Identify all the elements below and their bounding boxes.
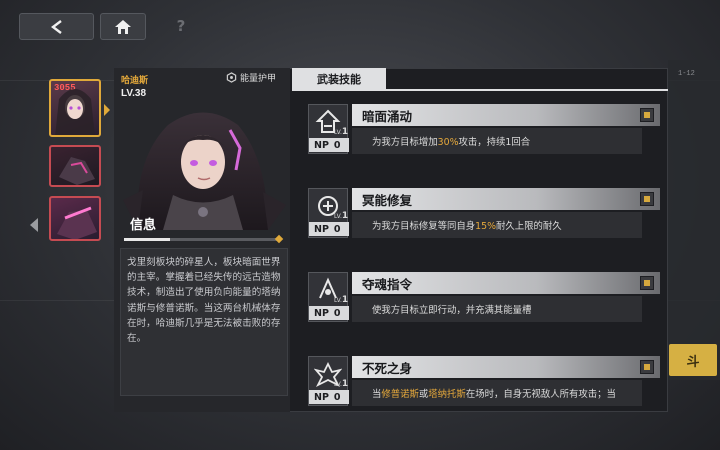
armor-type-tag: 能量护甲 <box>226 71 276 84</box>
skill-name: 夺魂指令 <box>362 277 413 292</box>
background-side-panel <box>668 60 720 380</box>
skill-menu-icon[interactable] <box>640 108 654 122</box>
character-slot-hades[interactable]: 3055 <box>49 79 101 137</box>
skill-menu-icon[interactable] <box>640 360 654 374</box>
background-action-button[interactable]: 斗 <box>669 344 717 376</box>
np-cost: NP 0 <box>309 138 349 152</box>
skill-level: LV.1 <box>334 127 349 137</box>
character-portrait-art <box>123 112 286 230</box>
skill-icon[interactable]: LV.1 NP 0 <box>308 104 349 154</box>
selected-slot-indicator <box>104 104 110 116</box>
character-slot-2[interactable] <box>49 145 101 187</box>
skill-level: LV.1 <box>334 379 349 389</box>
character-level: LV.38 <box>121 88 147 99</box>
tab-underline <box>292 89 668 91</box>
character-description: 戈里刻板块的碎星人，板块暗面世界的主宰。掌握着已经失传的远古造物技术，制造出了使… <box>127 257 281 345</box>
character-name: 哈迪斯 <box>121 76 149 86</box>
stage-tag: 1-12 <box>678 70 695 78</box>
skill-level: LV.1 <box>334 211 349 221</box>
np-cost: NP 0 <box>309 306 349 320</box>
skill-icon[interactable]: LV.1 NP 0 <box>308 188 349 238</box>
skill-name: 暗面涌动 <box>362 109 413 124</box>
skill-description: 为我方目标修复等同自身15%耐久上限的耐久 <box>372 221 562 232</box>
skill-level: LV.1 <box>334 295 349 305</box>
skill-menu-icon[interactable] <box>640 276 654 290</box>
help-button[interactable]: ? <box>170 15 192 37</box>
character-thumbnail-icon <box>55 89 95 135</box>
back-arrow-icon <box>50 19 62 34</box>
previous-arrow-icon[interactable] <box>30 218 38 232</box>
skill-icon[interactable]: LV.1 NP 0 <box>308 356 349 406</box>
info-section-label: 信息 <box>130 218 157 233</box>
skill-card[interactable]: 冥能修复 为我方目标修复等同自身15%耐久上限的耐久 LV.1 NP 0 <box>308 188 660 258</box>
tab-armed-skills[interactable]: 武装技能 <box>292 68 386 90</box>
skill-name: 冥能修复 <box>362 193 413 208</box>
skill-list[interactable]: 暗面涌动 为我方目标增加30%攻击，持续1回合 LV.1 NP 0 冥能修复 为我… <box>292 92 668 412</box>
character-portrait <box>118 100 288 230</box>
mech-thumbnail-icon <box>57 206 97 239</box>
skill-description: 为我方目标增加30%攻击，持续1回合 <box>372 137 531 148</box>
skill-description: 当修普诺斯或塔纳托斯在场时，自身无视敌人所有攻击；当 <box>372 389 616 400</box>
home-button[interactable] <box>100 13 146 40</box>
np-cost: NP 0 <box>309 222 349 236</box>
info-text-box[interactable]: 戈里刻板块的碎星人，板块暗面世界的主宰。掌握着已经失传的远古造物技术，制造出了使… <box>120 248 288 396</box>
armor-type-label: 能量护甲 <box>240 74 277 84</box>
skill-description: 使我方目标立即行动，并充满其能量槽 <box>372 305 532 316</box>
mech-thumbnail-icon <box>59 157 95 185</box>
back-button[interactable] <box>19 13 94 40</box>
np-cost: NP 0 <box>309 390 349 404</box>
info-progress-fill <box>124 238 170 241</box>
skill-name: 不死之身 <box>362 361 413 376</box>
skill-menu-icon[interactable] <box>640 192 654 206</box>
character-slot-3[interactable] <box>49 196 101 241</box>
skill-card[interactable]: 夺魂指令 使我方目标立即行动，并充满其能量槽 LV.1 NP 0 <box>308 272 660 342</box>
skill-card[interactable]: 不死之身 当修普诺斯或塔纳托斯在场时，自身无视敌人所有攻击；当 LV.1 NP 0 <box>308 356 660 412</box>
home-icon <box>115 19 131 34</box>
skill-card[interactable]: 暗面涌动 为我方目标增加30%攻击，持续1回合 LV.1 NP 0 <box>308 104 660 174</box>
skill-icon[interactable]: LV.1 NP 0 <box>308 272 349 322</box>
hexagon-icon <box>226 72 237 83</box>
